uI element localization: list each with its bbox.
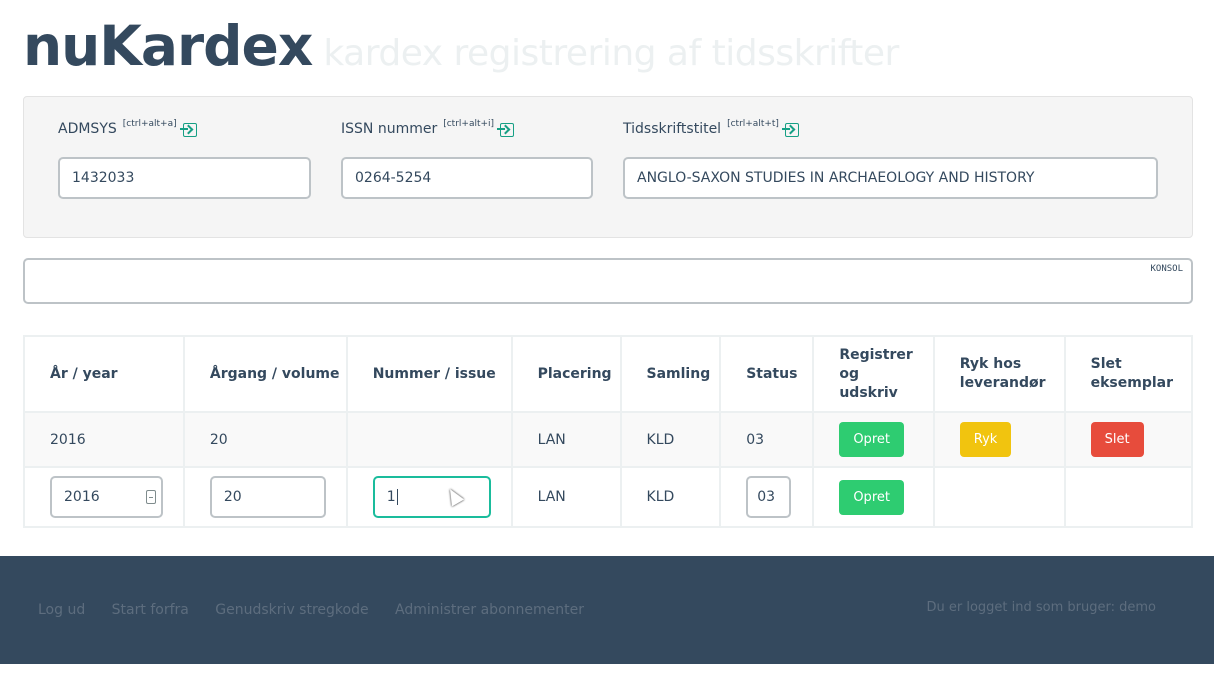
cell-collection: KLD xyxy=(619,411,722,468)
title-field-group: Tidsskriftstitel [ctrl+alt+t] ANGLO-SAXO… xyxy=(623,119,1158,199)
volume-input-value: 20 xyxy=(223,489,242,505)
volume-input[interactable]: 20 xyxy=(209,476,326,518)
console-label: KONSOL xyxy=(1150,264,1183,274)
brand-title: nuKardex xyxy=(23,14,313,78)
logout-link[interactable]: Log ud xyxy=(38,602,85,618)
table-row: 2016 20 LAN KLD 03 Opret Ryk Slet xyxy=(23,411,1194,468)
issn-label: ISSN nummer xyxy=(341,121,438,137)
col-volume-header: Årgang / volume xyxy=(182,335,348,413)
issn-input[interactable]: 0264-5254 xyxy=(341,157,593,199)
col-year-header: År / year xyxy=(23,335,185,413)
col-placement-header: Placering xyxy=(510,335,622,413)
page-header: nuKardex kardex registrering af tidsskri… xyxy=(23,14,899,84)
page-subtitle: kardex registrering af tidsskrifter xyxy=(323,33,899,74)
admsys-input[interactable]: 1432033 xyxy=(58,157,311,199)
status-input[interactable]: 03 xyxy=(746,476,792,518)
console-box: KONSOL xyxy=(23,258,1193,304)
issn-submit-icon[interactable] xyxy=(497,123,515,137)
mouse-pointer-icon xyxy=(443,485,464,507)
cell-status: 03 xyxy=(719,411,815,468)
ryk-button[interactable]: Ryk xyxy=(959,422,1012,457)
cell-placement: LAN xyxy=(510,411,622,468)
cell-placement-edit: LAN xyxy=(510,466,622,528)
year-input[interactable]: 2016 xyxy=(50,476,163,518)
issn-shortcut: [ctrl+alt+i] xyxy=(443,119,495,129)
cell-register-edit: Opret xyxy=(812,466,935,528)
reprint-barcode-link[interactable]: Genudskriv stregkode xyxy=(215,602,368,618)
admsys-field-group: ADMSYS [ctrl+alt+a] 1432033 xyxy=(58,119,311,199)
logged-in-user: Du er logget ind som bruger: demo xyxy=(926,600,1157,615)
status-input-value: 03 xyxy=(757,489,776,505)
title-shortcut: [ctrl+alt+t] xyxy=(727,119,779,129)
issn-label-row: ISSN nummer [ctrl+alt+i] xyxy=(341,119,593,145)
table-row-new: 2016 20 1 LAN KLD 03 Opret xyxy=(23,466,1194,528)
cell-status-edit: 03 xyxy=(719,466,815,528)
cell-claim: Ryk xyxy=(932,411,1066,468)
issn-field-group: ISSN nummer [ctrl+alt+i] 0264-5254 xyxy=(341,119,593,199)
text-caret xyxy=(396,489,398,505)
cell-delete-edit xyxy=(1063,466,1194,528)
col-status-header: Status xyxy=(719,335,815,413)
cell-year-edit: 2016 xyxy=(23,466,185,528)
cell-collection-edit: KLD xyxy=(619,466,722,528)
title-label: Tidsskriftstitel xyxy=(623,121,722,137)
issues-table: År / year Årgang / volume Nummer / issue… xyxy=(23,335,1194,528)
cell-register: Opret xyxy=(812,411,935,468)
table-header-row: År / year Årgang / volume Nummer / issue… xyxy=(23,335,1194,413)
cell-volume: 20 xyxy=(182,411,348,468)
admsys-label: ADMSYS xyxy=(58,121,117,137)
title-label-row: Tidsskriftstitel [ctrl+alt+t] xyxy=(623,119,1158,145)
cell-issue-edit: 1 xyxy=(345,466,513,528)
title-input[interactable]: ANGLO-SAXON STUDIES IN ARCHAEOLOGY AND H… xyxy=(623,157,1158,199)
admsys-label-row: ADMSYS [ctrl+alt+a] xyxy=(58,119,311,145)
opret-button[interactable]: Opret xyxy=(839,422,904,457)
title-submit-icon[interactable] xyxy=(781,123,799,137)
manage-subscriptions-link[interactable]: Administrer abonnementer xyxy=(395,602,584,618)
col-issue-header: Nummer / issue xyxy=(345,335,513,413)
col-collection-header: Samling xyxy=(619,335,722,413)
col-delete-header: Slet eksemplar xyxy=(1063,335,1194,413)
issue-input[interactable]: 1 xyxy=(372,476,491,518)
col-register-header: Registrer og udskriv xyxy=(812,335,935,413)
cell-delete: Slet xyxy=(1063,411,1194,468)
cell-claim-edit xyxy=(932,466,1066,528)
admsys-shortcut: [ctrl+alt+a] xyxy=(122,119,177,129)
col-claim-header: Ryk hos leverandør xyxy=(932,335,1066,413)
slet-button[interactable]: Slet xyxy=(1090,422,1144,457)
cell-year: 2016 xyxy=(23,411,185,468)
start-over-link[interactable]: Start forfra xyxy=(112,602,189,618)
year-input-value: 2016 xyxy=(64,489,100,505)
opret-new-button[interactable]: Opret xyxy=(839,479,904,515)
year-spinner-icon[interactable] xyxy=(146,490,156,504)
admsys-submit-icon[interactable] xyxy=(179,123,197,137)
footer: Log ud Start forfra Genudskriv stregkode… xyxy=(0,556,1214,664)
cell-issue xyxy=(345,411,513,468)
lookup-panel: ADMSYS [ctrl+alt+a] 1432033 ISSN nummer … xyxy=(23,96,1193,238)
issue-input-value: 1 xyxy=(386,489,396,505)
footer-links: Log ud Start forfra Genudskriv stregkode… xyxy=(38,602,606,618)
cell-volume-edit: 20 xyxy=(182,466,348,528)
